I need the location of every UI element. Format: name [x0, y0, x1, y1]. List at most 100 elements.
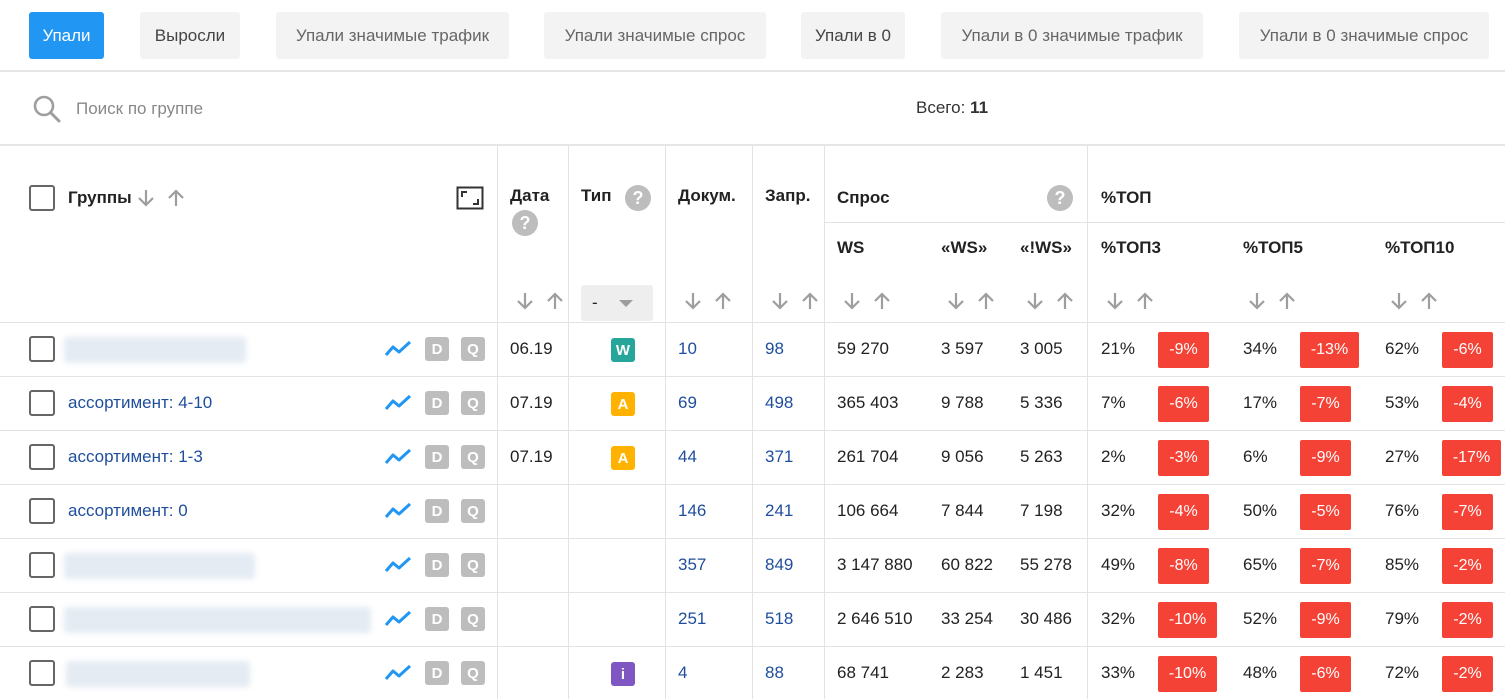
group-search-input[interactable]	[76, 92, 496, 126]
trend-chart-icon[interactable]	[384, 501, 412, 521]
row-docs-link[interactable]: 10	[678, 339, 697, 359]
row-checkbox[interactable]	[29, 660, 55, 686]
row-queries-link[interactable]: 371	[765, 447, 793, 467]
row-queries-link[interactable]: 98	[765, 339, 784, 359]
trend-chart-icon[interactable]	[384, 555, 412, 575]
sort-up-icon[interactable]	[1133, 289, 1157, 313]
top10-delta-badge: -2%	[1442, 602, 1493, 638]
sort-up-icon[interactable]	[1053, 289, 1077, 313]
sort-up-icon[interactable]	[974, 289, 998, 313]
date-help-icon[interactable]: ?	[512, 210, 538, 236]
search-bar: Всего: 11	[0, 74, 1505, 146]
sort-up-icon[interactable]	[798, 289, 822, 313]
q-button[interactable]: Q	[461, 391, 485, 415]
row-checkbox[interactable]	[29, 552, 55, 578]
sort-down-icon[interactable]	[1245, 289, 1269, 313]
row-docs-link[interactable]: 146	[678, 501, 706, 521]
header-top3: %ТОП3	[1101, 238, 1161, 257]
d-button[interactable]: D	[425, 391, 449, 415]
d-button[interactable]: D	[425, 553, 449, 577]
type-help-icon[interactable]: ?	[625, 185, 651, 211]
sort-up-icon[interactable]	[1417, 289, 1441, 313]
ws-exact-sort	[1023, 289, 1077, 313]
row-ws: 3 147 880	[837, 555, 913, 574]
d-button[interactable]: D	[425, 499, 449, 523]
row-checkbox[interactable]	[29, 390, 55, 416]
header-top5: %ТОП5	[1243, 238, 1303, 257]
top3-delta-badge: -8%	[1158, 548, 1209, 584]
d-button[interactable]: D	[425, 661, 449, 685]
header-groups: Группы	[68, 188, 132, 207]
row-docs-link[interactable]: 251	[678, 609, 706, 629]
demand-help-icon[interactable]: ?	[1047, 185, 1073, 211]
sort-down-icon[interactable]	[134, 186, 158, 210]
header-type: Тип	[581, 186, 612, 205]
sort-up-icon[interactable]	[1275, 289, 1299, 313]
table-row[interactable]: ассортимент: 4-10 D Q 07.19 A 69 498 365…	[0, 376, 1505, 430]
tab-grew[interactable]: Выросли	[140, 12, 240, 59]
d-button[interactable]: D	[425, 337, 449, 361]
type-filter-value: -	[592, 293, 598, 312]
sort-down-icon[interactable]	[1387, 289, 1411, 313]
q-button[interactable]: Q	[461, 553, 485, 577]
sort-down-icon[interactable]	[1103, 289, 1127, 313]
row-docs-link[interactable]: 44	[678, 447, 697, 467]
expand-icon[interactable]	[456, 186, 484, 210]
top5-delta-badge: -13%	[1300, 332, 1359, 368]
table-row[interactable]: D Q i 4 88 68 741 2 283 1 451 33% -10% 4…	[0, 646, 1505, 699]
row-queries-link[interactable]: 88	[765, 663, 784, 683]
group-name-link[interactable]: ассортимент: 4-10	[68, 393, 212, 413]
trend-chart-icon[interactable]	[384, 447, 412, 467]
q-button[interactable]: Q	[461, 499, 485, 523]
sort-down-icon[interactable]	[944, 289, 968, 313]
q-button[interactable]: Q	[461, 337, 485, 361]
type-filter-select[interactable]: -	[581, 285, 653, 321]
table-row[interactable]: D Q 357 849 3 147 880 60 822 55 278 49% …	[0, 538, 1505, 592]
d-button[interactable]: D	[425, 607, 449, 631]
queries-sort	[768, 289, 822, 313]
q-button[interactable]: Q	[461, 445, 485, 469]
tab-fell[interactable]: Упали	[29, 12, 104, 59]
row-queries-link[interactable]: 498	[765, 393, 793, 413]
row-top10: 62%	[1385, 339, 1420, 358]
tab-fell-to-zero-significant-demand[interactable]: Упали в 0 значимые спрос	[1239, 12, 1489, 59]
d-button[interactable]: D	[425, 445, 449, 469]
sort-down-icon[interactable]	[513, 289, 537, 313]
group-name-link[interactable]: ассортимент: 0	[68, 501, 188, 521]
trend-chart-icon[interactable]	[384, 663, 412, 683]
sort-up-icon[interactable]	[711, 289, 735, 313]
row-docs-link[interactable]: 4	[678, 663, 687, 683]
row-checkbox[interactable]	[29, 444, 55, 470]
group-name-link[interactable]: ассортимент: 1-3	[68, 447, 203, 467]
table-row[interactable]: D Q 251 518 2 646 510 33 254 30 486 32% …	[0, 592, 1505, 646]
top5-delta-badge: -6%	[1300, 656, 1351, 692]
q-button[interactable]: Q	[461, 607, 485, 631]
tab-fell-to-zero[interactable]: Упали в 0	[801, 12, 905, 59]
tab-fell-significant-traffic[interactable]: Упали значимые трафик	[276, 12, 509, 59]
row-checkbox[interactable]	[29, 336, 55, 362]
tab-fell-significant-demand[interactable]: Упали значимые спрос	[544, 12, 766, 59]
q-button[interactable]: Q	[461, 661, 485, 685]
trend-chart-icon[interactable]	[384, 609, 412, 629]
sort-up-icon[interactable]	[164, 186, 188, 210]
row-queries-link[interactable]: 849	[765, 555, 793, 575]
trend-chart-icon[interactable]	[384, 339, 412, 359]
trend-chart-icon[interactable]	[384, 393, 412, 413]
sort-down-icon[interactable]	[1023, 289, 1047, 313]
sort-up-icon[interactable]	[870, 289, 894, 313]
row-queries-link[interactable]: 241	[765, 501, 793, 521]
sort-down-icon[interactable]	[768, 289, 792, 313]
row-docs-link[interactable]: 357	[678, 555, 706, 575]
table-row[interactable]: D Q 06.19 W 10 98 59 270 3 597 3 005 21%…	[0, 322, 1505, 376]
sort-down-icon[interactable]	[681, 289, 705, 313]
tab-fell-to-zero-significant-traffic[interactable]: Упали в 0 значимые трафик	[941, 12, 1203, 59]
select-all-checkbox[interactable]	[29, 185, 55, 211]
row-checkbox[interactable]	[29, 606, 55, 632]
sort-down-icon[interactable]	[840, 289, 864, 313]
row-checkbox[interactable]	[29, 498, 55, 524]
row-docs-link[interactable]: 69	[678, 393, 697, 413]
sort-up-icon[interactable]	[543, 289, 567, 313]
table-row[interactable]: ассортимент: 1-3 D Q 07.19 A 44 371 261 …	[0, 430, 1505, 484]
row-queries-link[interactable]: 518	[765, 609, 793, 629]
table-row[interactable]: ассортимент: 0 D Q 146 241 106 664 7 844…	[0, 484, 1505, 538]
